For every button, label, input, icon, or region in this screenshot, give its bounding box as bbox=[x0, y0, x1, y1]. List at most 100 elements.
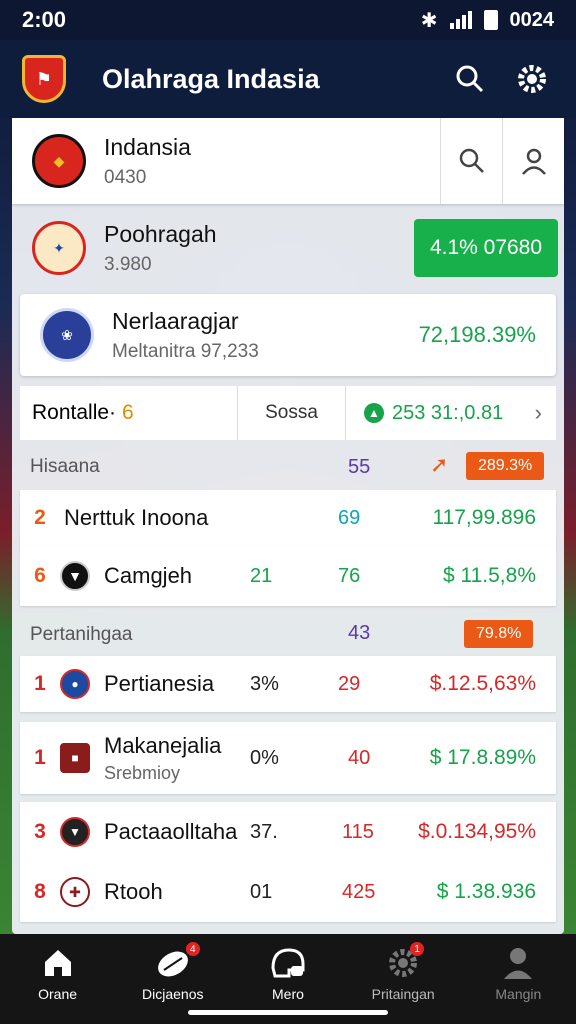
nav-label: Mangin bbox=[495, 986, 542, 1002]
nav-badge: 1 bbox=[410, 942, 425, 956]
row-value-b: 69 bbox=[338, 506, 361, 529]
battery-icon bbox=[483, 10, 498, 30]
row-value-c: $ 17.8.89% bbox=[429, 746, 536, 769]
profile-button[interactable] bbox=[502, 118, 564, 204]
team-crest-icon: ● bbox=[60, 669, 90, 699]
row-team-name: Camgjeh bbox=[104, 563, 193, 588]
row-rank: 2 bbox=[34, 506, 46, 529]
app-title: Olahraga Indasia bbox=[102, 63, 320, 94]
table-row[interactable]: 6 ▼ Camgjeh 21 76 $ 11.5,8% bbox=[20, 546, 556, 606]
team-name: Poohragah bbox=[104, 220, 217, 247]
section-percent-pill: 289.3% bbox=[466, 452, 545, 480]
summary-row[interactable]: Rontalle· 6 Sossa ▲ 253 31:,0.81 › bbox=[20, 386, 556, 440]
team-sub: 3.980 bbox=[104, 253, 152, 275]
row-value-c: $.12.5,63% bbox=[429, 672, 536, 695]
row-value-a: 0% bbox=[250, 746, 279, 769]
team-sub: 0430 bbox=[104, 166, 147, 188]
team-crest-icon: ◆ bbox=[32, 134, 86, 188]
row-value-a: 21 bbox=[250, 564, 273, 587]
nav-label: Pritaingan bbox=[371, 986, 435, 1002]
row-team-name: Rtooh bbox=[104, 879, 163, 904]
row-value-c: $ 1.38.936 bbox=[436, 880, 536, 903]
chevron-right-icon[interactable]: › bbox=[535, 400, 542, 426]
nav-item-home[interactable]: Orane bbox=[3, 946, 113, 1002]
status-battery-text: 0024 bbox=[509, 8, 555, 31]
team-crest-icon: ✦ bbox=[32, 221, 86, 275]
team-search-button[interactable] bbox=[440, 118, 502, 204]
row-value-b: 40 bbox=[348, 746, 371, 769]
section-title: Pertanihgaa bbox=[30, 624, 133, 645]
content-sheet: ◆ Indansia 0430 ✦ Poohragah 3.980 4.1% 0… bbox=[12, 118, 564, 934]
user-icon bbox=[521, 148, 546, 175]
nav-item-menu[interactable]: Mero bbox=[233, 946, 343, 1002]
summary-count: 6 bbox=[122, 401, 134, 424]
row-value-a: 37. bbox=[250, 820, 278, 843]
row-rank: 1 bbox=[34, 672, 46, 695]
row-team-sub: Srebmioy bbox=[104, 762, 181, 783]
helmet-icon bbox=[271, 948, 305, 978]
team-name: Indansia bbox=[104, 133, 191, 160]
row-value-b: 115 bbox=[342, 820, 374, 843]
trend-arrow-icon: ➚ bbox=[430, 452, 449, 477]
gear-icon bbox=[518, 65, 546, 93]
row-team-name: Nerttuk Inoona bbox=[64, 505, 209, 530]
row-rank: 3 bbox=[34, 820, 46, 843]
settings-button[interactable] bbox=[510, 57, 554, 101]
row-rank: 1 bbox=[34, 746, 46, 769]
table-row[interactable]: 8 ✚ Rtooh 01 425 $ 1.38.936 bbox=[20, 862, 556, 922]
team-sub: Meltanitra 97,233 bbox=[112, 340, 259, 362]
team-header-card[interactable]: ◆ Indansia 0430 bbox=[12, 118, 564, 204]
row-value-b: 425 bbox=[342, 880, 376, 903]
summary-middle: Sossa bbox=[265, 402, 318, 423]
value-button[interactable]: 4.1% 07680 bbox=[414, 219, 558, 277]
up-arrow-icon: ▲ bbox=[364, 403, 384, 423]
nav-label: Orane bbox=[38, 986, 78, 1002]
row-value-a: 3% bbox=[250, 672, 279, 695]
section-count: 43 bbox=[348, 622, 371, 644]
team-card[interactable]: ❀ Nerlaaragjar Meltanitra 97,233 72,198.… bbox=[20, 294, 556, 376]
table-row[interactable]: 3 ▼ Pactaaolltaha 37. 115 $.0.134,95% bbox=[20, 802, 556, 862]
row-value-c: $.0.134,95% bbox=[418, 820, 536, 843]
row-value-b: 29 bbox=[338, 672, 361, 695]
profile-icon bbox=[504, 948, 533, 979]
row-value-c: $ 11.5,8% bbox=[442, 564, 536, 587]
table-row[interactable]: 1 ● Pertianesia 3% 29 $.12.5,63% bbox=[20, 656, 556, 712]
team-crest-icon: ❀ bbox=[40, 308, 94, 362]
section-title: Hisaana bbox=[30, 456, 100, 477]
app-logo-icon: ⚑ bbox=[22, 55, 66, 103]
app-bar: ⚑ Olahraga Indasia bbox=[0, 40, 576, 118]
summary-value: 253 31:,0.81 bbox=[392, 401, 504, 424]
team-crest-icon: ✚ bbox=[60, 877, 90, 907]
nav-label: Dicjaenos bbox=[142, 986, 204, 1002]
nav-item-games[interactable]: 4 Dicjaenos bbox=[118, 942, 228, 1002]
section-count: 55 bbox=[348, 456, 371, 478]
team-percentage: 72,198.39% bbox=[418, 322, 536, 347]
home-icon bbox=[44, 950, 71, 976]
search-icon bbox=[456, 65, 484, 93]
team-helmet-icon: ■ bbox=[60, 743, 90, 773]
section-percent-pill: 79.8% bbox=[464, 620, 534, 648]
status-time: 2:00 bbox=[22, 7, 67, 32]
nav-label: Mero bbox=[272, 986, 304, 1002]
row-value-a: 01 bbox=[250, 880, 273, 903]
search-button[interactable] bbox=[448, 57, 492, 101]
row-team-name: Makanejalia bbox=[104, 732, 222, 758]
nav-item-profile[interactable]: Mangin bbox=[463, 946, 573, 1002]
bluetooth-icon: ✱ bbox=[420, 9, 438, 32]
search-icon bbox=[459, 148, 484, 173]
team-shield-icon: ▼ bbox=[60, 561, 90, 591]
summary-label: Rontalle· bbox=[32, 401, 117, 424]
row-team-name: Pertianesia bbox=[104, 671, 215, 696]
table-row[interactable]: 2 Nerttuk Inoona 69 117,99.896 bbox=[20, 490, 556, 546]
row-rank: 6 bbox=[34, 564, 46, 587]
row-rank: 8 bbox=[34, 880, 46, 903]
nav-item-settings[interactable]: 1 Pritaingan bbox=[348, 942, 458, 1002]
team-shield-icon: ▼ bbox=[60, 817, 90, 847]
signal-icon bbox=[449, 11, 472, 29]
table-row[interactable]: 1 ■ Makanejalia Srebmioy 0% 40 $ 17.8.89… bbox=[20, 722, 556, 794]
team-card[interactable]: ✦ Poohragah 3.980 4.1% 07680 bbox=[12, 210, 564, 286]
nav-badge: 4 bbox=[185, 942, 200, 956]
status-bar: 2:00 ✱ 0024 bbox=[0, 0, 576, 40]
row-value-c: 117,99.896 bbox=[432, 506, 536, 529]
row-team-name: Pactaaolltaha bbox=[104, 819, 238, 844]
